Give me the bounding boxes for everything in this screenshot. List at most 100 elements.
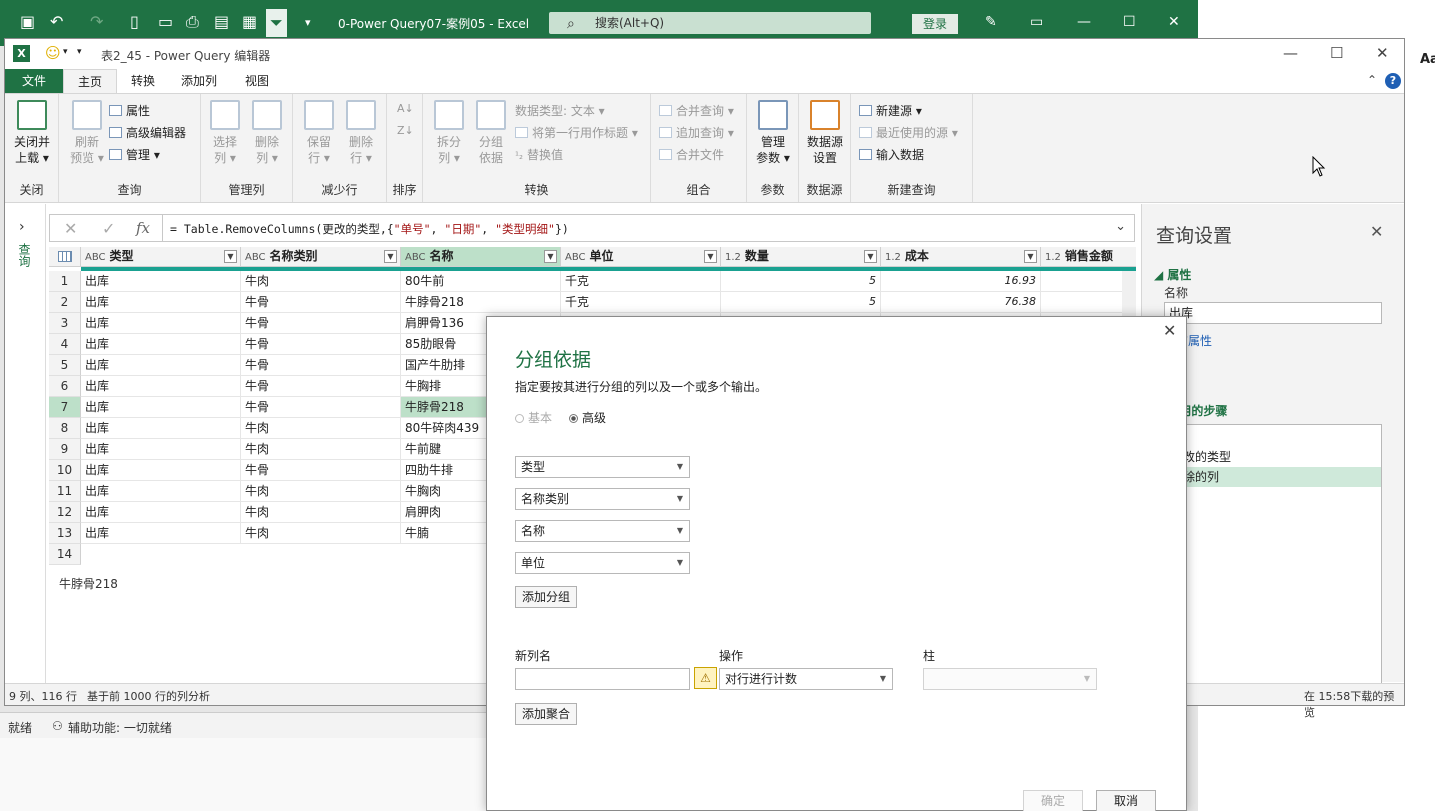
table-cell[interactable]: 出库 xyxy=(81,502,241,523)
row-number[interactable]: 12 xyxy=(49,502,81,523)
table-cell[interactable]: 牛肉 xyxy=(241,271,401,292)
excel-search-box[interactable]: ⌕ 搜索(Alt+Q) xyxy=(549,12,871,34)
table-cell[interactable]: 牛肉 xyxy=(241,439,401,460)
column-header[interactable]: ABC 名称 ▼ xyxy=(401,247,561,267)
table-cell[interactable]: 牛肉 xyxy=(241,523,401,544)
expand-navigator-icon[interactable]: › xyxy=(19,219,25,235)
recent-sources-button[interactable]: 最近使用的源 ▾ xyxy=(859,124,958,141)
column-header[interactable]: ABC 名称类别 ▼ xyxy=(241,247,401,267)
row-number[interactable]: 11 xyxy=(49,481,81,502)
table-cell[interactable]: 出库 xyxy=(81,376,241,397)
data-type-icon[interactable]: ABC xyxy=(245,252,266,263)
row-number[interactable]: 1 xyxy=(49,271,81,292)
table-cell[interactable]: 千克 xyxy=(561,271,721,292)
ok-button[interactable]: 确定 xyxy=(1023,790,1083,811)
table-cell[interactable]: 牛肉 xyxy=(241,502,401,523)
close-icon[interactable]: ✕ xyxy=(1376,44,1389,62)
grouping-select[interactable]: 名称类别 ▼ xyxy=(515,488,690,510)
table-cell[interactable]: 出库 xyxy=(81,460,241,481)
ribbon-display-icon[interactable]: ▭ xyxy=(1030,14,1043,30)
form-icon[interactable]: ▦ xyxy=(242,12,257,31)
add-aggregation-button[interactable]: 添加聚合 xyxy=(515,703,577,725)
data-type-icon[interactable]: 1.2 xyxy=(725,252,741,263)
tab-transform[interactable]: 转换 xyxy=(117,69,169,93)
commit-formula-icon[interactable]: ✓ xyxy=(102,219,115,238)
smile-feedback-icon[interactable]: ☺ xyxy=(45,44,61,62)
merge-queries-button[interactable]: 合并查询 ▾ xyxy=(659,102,734,119)
close-icon[interactable]: ✕ xyxy=(1168,14,1180,30)
step-item[interactable]: 更改的类型 xyxy=(1165,447,1381,467)
filter-dropdown-icon[interactable]: ▼ xyxy=(864,250,877,263)
cancel-button[interactable]: 取消 xyxy=(1096,790,1156,811)
operation-select[interactable]: 对行进行计数 ▼ xyxy=(719,668,893,690)
filter-dropdown-icon[interactable]: ▼ xyxy=(224,250,237,263)
new-file-icon[interactable]: ▯ xyxy=(130,12,139,31)
close-icon[interactable]: ✕ xyxy=(1163,321,1176,340)
table-cell[interactable]: 出库 xyxy=(81,523,241,544)
save-icon[interactable]: ▣ xyxy=(20,12,35,31)
query-name-input[interactable]: 出库 xyxy=(1164,302,1382,324)
add-grouping-button[interactable]: 添加分组 xyxy=(515,586,577,608)
table-cell[interactable]: 出库 xyxy=(81,334,241,355)
close-load-button[interactable]: 关闭并 上载 ▾ xyxy=(9,100,55,166)
sort-ascending-icon[interactable]: A↓ xyxy=(397,102,414,115)
table-cell[interactable]: 牛骨 xyxy=(241,397,401,418)
column-header[interactable]: ABC 单位 ▼ xyxy=(561,247,721,267)
table-cell[interactable]: 牛骨 xyxy=(241,313,401,334)
grouping-select[interactable]: 单位 ▼ xyxy=(515,552,690,574)
row-number[interactable]: 13 xyxy=(49,523,81,544)
choose-columns-button[interactable]: 选择 列 ▾ xyxy=(205,100,245,166)
remove-rows-button[interactable]: 删除 行 ▾ xyxy=(341,100,381,166)
split-column-button[interactable]: 拆分 列 ▾ xyxy=(429,100,469,166)
row-number[interactable]: 2 xyxy=(49,292,81,313)
column-header[interactable]: 1.2 成本 ▼ xyxy=(881,247,1041,267)
tab-file[interactable]: 文件 xyxy=(5,69,63,93)
table-cell[interactable]: 千克 xyxy=(561,292,721,313)
filter-dropdown-icon[interactable]: ▼ xyxy=(1024,250,1037,263)
minimize-icon[interactable]: — xyxy=(1283,44,1298,62)
queries-pane-label[interactable]: 查询 xyxy=(17,243,33,267)
data-type-icon[interactable]: ABC xyxy=(565,252,586,263)
row-number[interactable]: 4 xyxy=(49,334,81,355)
filter-icon[interactable]: ⏷ xyxy=(266,9,287,37)
table-cell[interactable]: 牛脖骨218 xyxy=(401,292,561,313)
tab-view[interactable]: 视图 xyxy=(231,69,283,93)
data-type-button[interactable]: 数据类型: 文本 ▾ xyxy=(515,102,605,119)
tab-home[interactable]: 主页 xyxy=(63,69,117,93)
table-cell[interactable]: 出库 xyxy=(81,313,241,334)
column-header[interactable]: 1.2 数量 ▼ xyxy=(721,247,881,267)
sort-descending-icon[interactable]: Z↓ xyxy=(397,124,414,137)
collapse-ribbon-icon[interactable]: ⌃ xyxy=(1367,73,1377,87)
step-item[interactable]: 删除的列 xyxy=(1165,467,1381,487)
table-cell[interactable]: 牛骨 xyxy=(241,334,401,355)
table-cell[interactable]: 16.93 xyxy=(881,271,1041,292)
filter-dropdown-icon[interactable]: ▼ xyxy=(384,250,397,263)
column-select[interactable]: ▼ xyxy=(923,668,1097,690)
step-item[interactable]: 源 xyxy=(1165,427,1381,447)
properties-button[interactable]: 属性 xyxy=(109,102,150,119)
replace-values-button[interactable]: ¹₂ 替换值 xyxy=(515,146,563,163)
manage-button[interactable]: 管理 ▾ xyxy=(109,146,160,163)
column-header[interactable]: ABC 类型 ▼ xyxy=(81,247,241,267)
radio-basic[interactable]: 基本 xyxy=(515,409,552,426)
data-type-icon[interactable]: ABC xyxy=(405,252,426,263)
manage-parameters-button[interactable]: 管理 参数 ▾ xyxy=(753,100,793,166)
table-cell[interactable]: 出库 xyxy=(81,439,241,460)
table-cell[interactable]: 5 xyxy=(721,292,881,313)
status-accessibility[interactable]: 辅助功能: 一切就绪 xyxy=(68,719,172,736)
keep-rows-button[interactable]: 保留 行 ▾ xyxy=(299,100,339,166)
data-type-icon[interactable]: ABC xyxy=(85,252,106,263)
advanced-editor-button[interactable]: 高级编辑器 xyxy=(109,124,186,141)
table-cell[interactable]: 出库 xyxy=(81,292,241,313)
first-row-header-button[interactable]: 将第一行用作标题 ▾ xyxy=(515,124,638,141)
table-cell[interactable]: 牛骨 xyxy=(241,460,401,481)
row-number[interactable]: 5 xyxy=(49,355,81,376)
status-column-profiling[interactable]: 基于前 1000 行的列分析 xyxy=(87,688,210,704)
qat-dropdown-icon[interactable]: ▾ xyxy=(63,47,68,57)
new-source-button[interactable]: 新建源 ▾ xyxy=(859,102,922,119)
expand-formula-icon[interactable]: ⌄ xyxy=(1115,219,1126,234)
table-cell[interactable]: 牛骨 xyxy=(241,355,401,376)
data-type-icon[interactable]: 1.2 xyxy=(1045,252,1061,263)
properties-section[interactable]: ◢ 属性 xyxy=(1154,266,1191,283)
table-cell[interactable]: 牛骨 xyxy=(241,376,401,397)
